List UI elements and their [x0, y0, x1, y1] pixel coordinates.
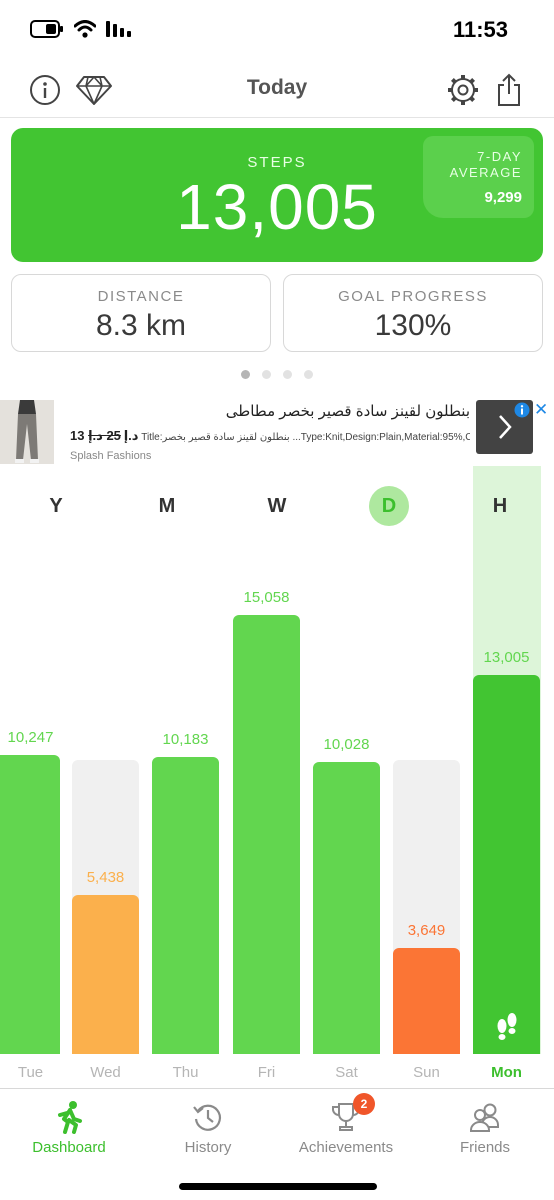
runner-icon: [58, 1101, 82, 1134]
average-label: 7-DAY AVERAGE: [449, 149, 522, 180]
share-button[interactable]: [489, 70, 529, 110]
bar-fri[interactable]: [233, 615, 300, 1054]
friends-icon: [470, 1103, 499, 1132]
tab-label: History: [184, 1139, 232, 1156]
battery-icon: [30, 20, 63, 38]
bar-value-label: 5,438: [86, 869, 125, 886]
range-tab-d[interactable]: D: [369, 486, 409, 526]
seven-day-average: 7-DAY AVERAGE 9,299: [423, 136, 534, 218]
tab-label: Achievements: [298, 1139, 394, 1156]
bar-sun[interactable]: [393, 948, 460, 1054]
bar-value-label: 15,058: [243, 589, 290, 606]
steps-card[interactable]: STEPS 13,005 7-DAY AVERAGE 9,299: [11, 128, 543, 262]
bar-thu[interactable]: [152, 757, 219, 1054]
goal-progress-card[interactable]: GOAL PROGRESS 130%: [283, 274, 543, 352]
signal-icon: [106, 21, 131, 37]
page-dot[interactable]: [283, 370, 292, 379]
range-tab-m[interactable]: M: [147, 486, 187, 526]
bar-mon[interactable]: [473, 675, 540, 1054]
steps-chart[interactable]: Y M W D H 10,247 Tue 5,438 Wed 10,183 Thu 15,058 Fr…: [0, 466, 554, 1088]
home-indicator: [179, 1183, 377, 1190]
tab-dashboard[interactable]: Dashboard: [4, 1099, 134, 1156]
range-tab-h[interactable]: H: [480, 486, 520, 526]
ad-source: Splash Fashions: [70, 450, 152, 462]
ad-info-icon[interactable]: [514, 402, 530, 418]
day-label-wed: Wed: [90, 1064, 121, 1081]
chevron-right-icon: [498, 415, 512, 439]
distance-card[interactable]: DISTANCE 8.3 km: [11, 274, 271, 352]
bar-tue[interactable]: [0, 755, 60, 1054]
tab-history[interactable]: History: [143, 1099, 273, 1156]
bar-value-label: 10,028: [323, 736, 370, 753]
page-dot[interactable]: [304, 370, 313, 379]
goal-value: 130%: [374, 309, 452, 342]
notification-badge: 2: [353, 1093, 375, 1115]
range-tab-y[interactable]: Y: [36, 486, 76, 526]
page-dot[interactable]: [262, 370, 271, 379]
bar-value-label: 10,247: [7, 729, 54, 746]
ad-description: 13 د.إ 25 د.إ Title:بنطلون لقينز سادة قص…: [70, 428, 470, 444]
day-label-thu: Thu: [172, 1064, 199, 1081]
ad-product-image[interactable]: [0, 400, 54, 464]
day-label-fri: Fri: [257, 1064, 276, 1081]
page-indicator[interactable]: [0, 370, 554, 379]
day-label-sun: Sun: [413, 1064, 440, 1081]
day-label-tue: Tue: [17, 1064, 44, 1081]
page-dot[interactable]: [241, 370, 250, 379]
header: Today: [0, 62, 554, 118]
ad-old-price: 25 د.إ: [88, 428, 121, 443]
day-label-mon: Mon: [491, 1064, 522, 1081]
footsteps-icon: [497, 1013, 517, 1040]
ad-description-text: Title:بنطلون لقينز سادة قصير بخصر ...Typ…: [141, 432, 470, 443]
ad-banner[interactable]: بنطلون لقينز سادة قصير بخصر مطاطى 13 د.إ…: [0, 398, 554, 466]
tab-friends[interactable]: Friends: [420, 1099, 550, 1156]
status-bar: 11:53: [0, 0, 554, 62]
goal-label: GOAL PROGRESS: [338, 288, 488, 305]
bar-value-label: 3,649: [407, 922, 446, 939]
settings-button[interactable]: [443, 70, 483, 110]
average-value: 9,299: [484, 189, 522, 206]
distance-value: 8.3 km: [95, 309, 187, 342]
gear-icon: [448, 75, 478, 105]
range-tab-w[interactable]: W: [257, 486, 297, 526]
bar-value-label: 13,005: [483, 649, 530, 666]
bar-wed[interactable]: [72, 895, 139, 1054]
tab-achievements[interactable]: 2 Achievements: [281, 1093, 411, 1156]
tab-label: Friends: [459, 1139, 511, 1156]
ad-close-icon[interactable]: ✕: [534, 400, 548, 420]
status-time: 11:53: [452, 17, 508, 42]
bar-sat[interactable]: [313, 762, 380, 1054]
ad-title[interactable]: بنطلون لقينز سادة قصير بخصر مطاطى: [70, 402, 470, 420]
tab-label: Dashboard: [32, 1139, 106, 1156]
share-icon: [498, 73, 520, 106]
status-icons: [30, 20, 132, 38]
day-label-sat: Sat: [335, 1064, 358, 1081]
distance-label: DISTANCE: [97, 288, 185, 305]
history-icon: [193, 1104, 222, 1131]
bar-value-label: 10,183: [162, 731, 209, 748]
wifi-icon: [74, 20, 96, 38]
